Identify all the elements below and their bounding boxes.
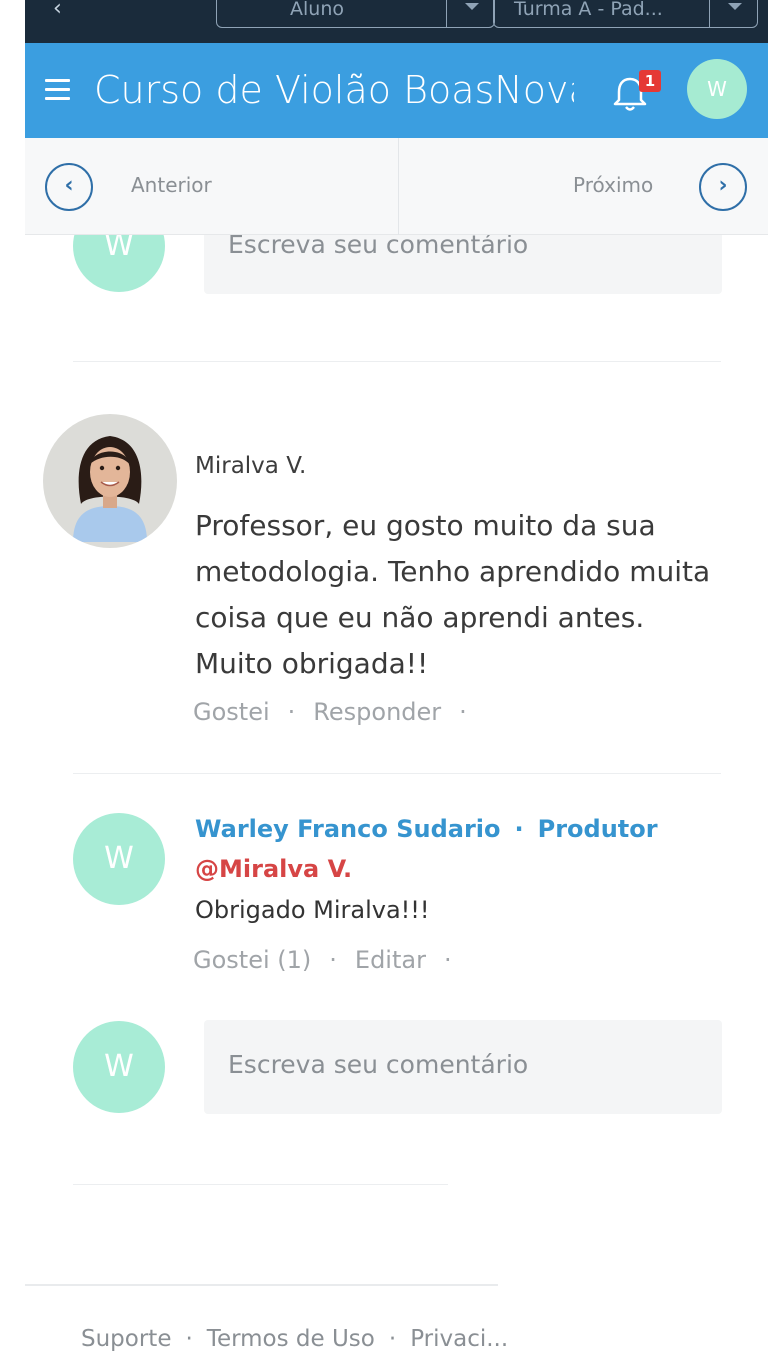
next-lesson-link[interactable]: Próximo bbox=[573, 173, 653, 197]
chevron-down-icon[interactable] bbox=[446, 0, 494, 27]
class-select[interactable]: Turma A - Pad... bbox=[493, 0, 758, 28]
role-select-value: Aluno bbox=[290, 0, 344, 20]
footer-links: Suporte · Termos de Uso · Privaci... bbox=[81, 1326, 509, 1352]
comment-input-placeholder: Escreva seu comentário bbox=[228, 1050, 529, 1079]
notification-badge: 1 bbox=[639, 70, 661, 92]
comment-author: Miralva V. bbox=[195, 453, 307, 479]
producer-badge: Produtor bbox=[537, 815, 658, 843]
nav-cover: ‹ Anterior Próximo › bbox=[25, 138, 768, 235]
course-title: Curso de Violão BoasNova bbox=[94, 68, 574, 112]
terms-link[interactable]: Termos de Uso bbox=[207, 1326, 375, 1352]
previous-lesson-button[interactable]: ‹ bbox=[45, 163, 93, 211]
commenter-photo-avatar bbox=[43, 414, 177, 548]
reply-avatar: W bbox=[73, 813, 165, 905]
role-select[interactable]: Aluno bbox=[216, 0, 495, 28]
divider bbox=[73, 1184, 448, 1185]
previous-lesson-link[interactable]: Anterior bbox=[131, 173, 212, 197]
reply-actions: Gostei (1) · Editar · bbox=[193, 946, 452, 974]
footer-overlay bbox=[534, 1255, 768, 1365]
like-button[interactable]: Gostei bbox=[193, 698, 270, 726]
edit-button[interactable]: Editar bbox=[355, 946, 426, 974]
like-button[interactable]: Gostei (1) bbox=[193, 946, 311, 974]
chevron-left-icon[interactable]: ‹ bbox=[53, 0, 62, 21]
hamburger-menu-icon[interactable] bbox=[45, 79, 70, 100]
user-avatar[interactable]: W bbox=[687, 59, 747, 119]
nav-divider bbox=[398, 138, 399, 235]
next-lesson-button[interactable]: › bbox=[699, 163, 747, 211]
privacy-link[interactable]: Privaci... bbox=[410, 1326, 508, 1352]
comment-text: Professor, eu gosto muito da sua metodol… bbox=[195, 509, 711, 680]
chevron-down-icon[interactable] bbox=[709, 0, 757, 27]
comment-avatar: W bbox=[73, 1021, 165, 1113]
reply-author[interactable]: Warley Franco Sudario bbox=[195, 815, 501, 843]
divider bbox=[73, 361, 721, 362]
class-select-value: Turma A - Pad... bbox=[514, 0, 663, 20]
comment-actions: Gostei · Responder · bbox=[193, 698, 467, 726]
top-bar: ‹ Aluno Turma A - Pad... bbox=[25, 0, 768, 43]
app-header: Curso de Violão BoasNova 1 W bbox=[25, 43, 768, 138]
divider bbox=[73, 773, 721, 774]
comment-input[interactable]: Escreva seu comentário bbox=[204, 1020, 722, 1114]
reply-author-line: Warley Franco Sudario · Produtor bbox=[195, 815, 658, 843]
reply-text: Obrigado Miralva!!! bbox=[195, 896, 430, 924]
reply-mention[interactable]: @Miralva V. bbox=[195, 855, 352, 883]
reply-button[interactable]: Responder bbox=[313, 698, 441, 726]
footer-divider bbox=[25, 1284, 498, 1286]
support-link[interactable]: Suporte bbox=[81, 1326, 171, 1352]
